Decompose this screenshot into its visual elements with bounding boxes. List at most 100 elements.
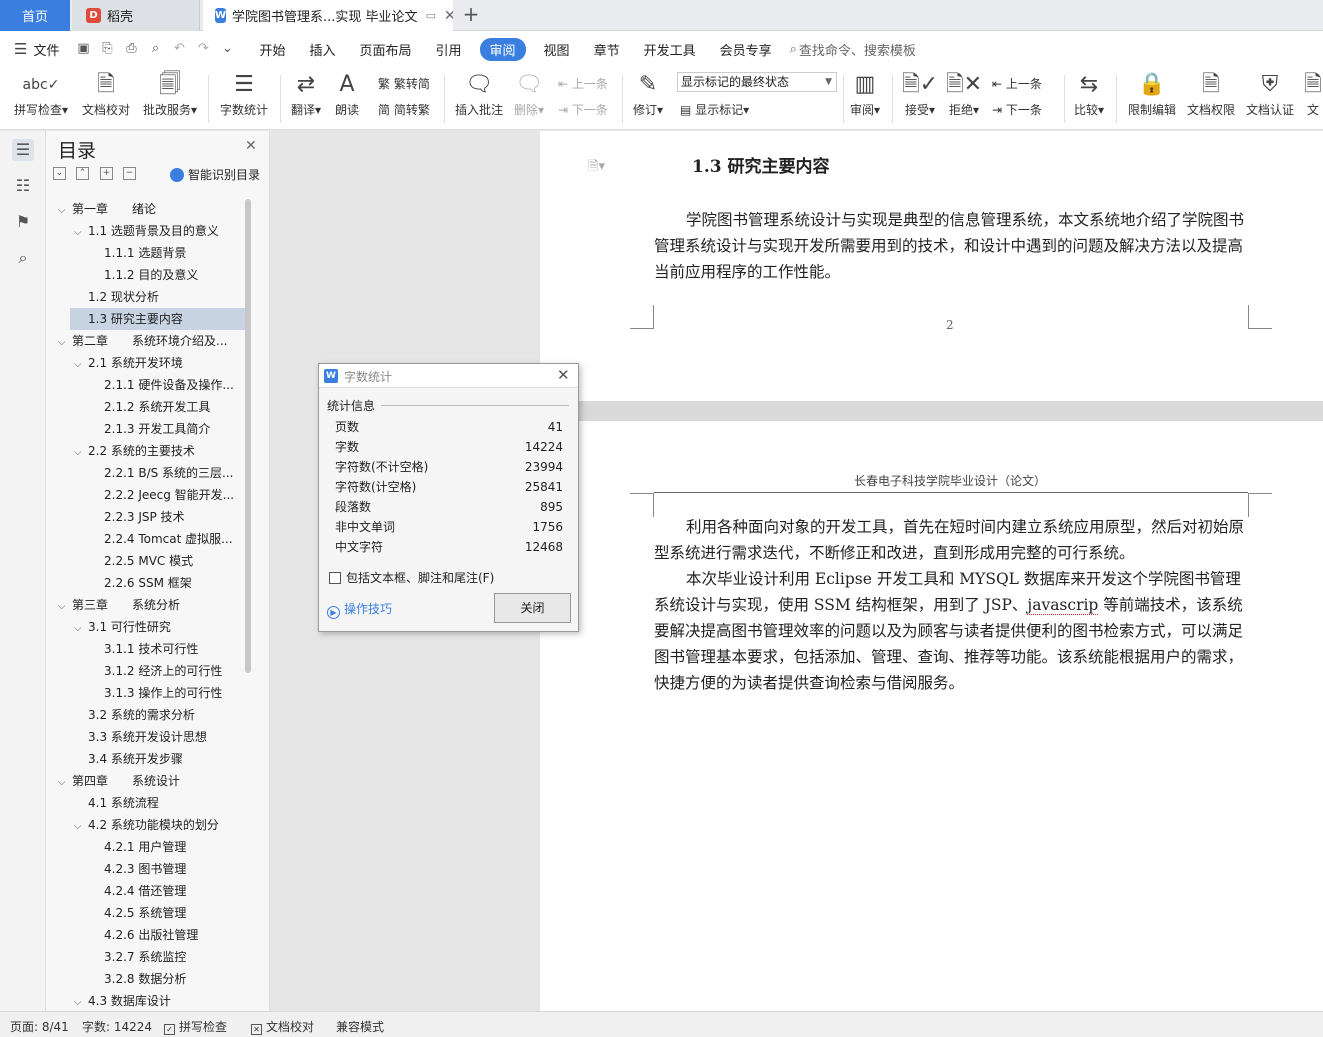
markup-state-select[interactable]: 显示标记的最终状态 ▼ bbox=[677, 72, 837, 92]
undo-icon[interactable]: ↶ bbox=[171, 41, 187, 57]
add-heading-icon[interactable]: + bbox=[100, 167, 113, 180]
document-page[interactable]: 长春电子科技学院毕业设计（论文） 利用各种面向对象的开发工具，首先在短时间内建立… bbox=[540, 421, 1323, 1011]
toc-item[interactable]: ⌵ 第二章 系统环境介绍及... bbox=[58, 330, 245, 352]
menu-file[interactable]: 文件 bbox=[27, 40, 71, 59]
toc-item[interactable]: 4.1 系统流程 bbox=[74, 792, 245, 814]
tab-document[interactable]: W 学院图书管理系...实现 毕业论文 ▭ ✕ bbox=[203, 0, 453, 31]
menu-review[interactable]: 审阅 bbox=[479, 37, 526, 61]
trad-to-simp-button[interactable]: 繁 繁转简 bbox=[378, 75, 430, 92]
chevron-down-icon[interactable]: ⌵ bbox=[74, 618, 88, 638]
toc-item[interactable]: 2.2.2 Jeecg 智能开发... bbox=[90, 484, 245, 506]
reject-button[interactable]: 🗎✕ 拒绝▾ bbox=[944, 69, 984, 118]
new-tab-button[interactable]: + bbox=[460, 3, 482, 27]
prev-change-button[interactable]: ⇤ 上一条 bbox=[992, 75, 1042, 92]
toc-item[interactable]: 1.3 研究主要内容 bbox=[70, 308, 245, 330]
include-notes-checkbox[interactable]: 包括文本框、脚注和尾注(F) bbox=[329, 569, 494, 586]
toc-item[interactable]: 3.4 系统开发步骤 bbox=[74, 748, 245, 770]
toc-item[interactable]: ⌵ 第三章 系统分析 bbox=[58, 594, 245, 616]
toc-item[interactable]: 1.2 现状分析 bbox=[74, 286, 245, 308]
toc-item[interactable]: 3.1.1 技术可行性 bbox=[90, 638, 245, 660]
toc-item[interactable]: 2.1.3 开发工具简介 bbox=[90, 418, 245, 440]
chevron-down-icon[interactable]: ⌵ bbox=[58, 596, 72, 616]
tab-home[interactable]: 首页 bbox=[0, 0, 70, 31]
toc-item[interactable]: 1.1.1 选题背景 bbox=[90, 242, 245, 264]
toc-item[interactable]: ⌵ 4.3 数据库设计 bbox=[74, 990, 245, 1011]
track-changes-button[interactable]: ✎ 修订▾ bbox=[628, 69, 668, 118]
menu-chapter[interactable]: 章节 bbox=[582, 40, 632, 59]
show-markup-button[interactable]: ▤ 显示标记▾ bbox=[680, 101, 749, 118]
status-doc-proof[interactable]: ✕ 文档校对 bbox=[251, 1018, 314, 1035]
toc-item[interactable]: 4.2.1 用户管理 bbox=[90, 836, 245, 858]
toc-item[interactable]: ⌵ 3.1 可行性研究 bbox=[74, 616, 245, 638]
toc-item[interactable]: ⌵ 第四章 系统设计 bbox=[58, 770, 245, 792]
doc-cert-button[interactable]: ⛨ 文档认证 bbox=[1242, 69, 1298, 118]
search-command-input[interactable]: 查找命令、搜索模板 bbox=[797, 40, 916, 59]
menu-view[interactable]: 视图 bbox=[532, 40, 582, 59]
dialog-titlebar[interactable]: W 字数统计 ✕ bbox=[319, 364, 578, 388]
expand-all-icon[interactable]: ⌃ bbox=[76, 167, 89, 180]
prev-comment-button[interactable]: ⇤ 上一条 bbox=[558, 75, 608, 92]
navigation-icon[interactable]: ☷ bbox=[12, 175, 34, 197]
simp-to-trad-button[interactable]: 简 简转繁 bbox=[378, 101, 430, 118]
toc-item[interactable]: 3.1.3 操作上的可行性 bbox=[90, 682, 245, 704]
menu-references[interactable]: 引用 bbox=[424, 40, 474, 59]
next-comment-button[interactable]: ⇥ 下一条 bbox=[558, 101, 608, 118]
close-button[interactable]: 关闭 bbox=[494, 593, 571, 623]
preview-icon[interactable]: ⌕ bbox=[147, 41, 163, 57]
read-aloud-button[interactable]: A 朗读 bbox=[330, 69, 364, 118]
document-page[interactable]: 🗎▾ 1.3 研究主要内容 学院图书管理系统设计与实现是典型的信息管理系统，本文… bbox=[540, 131, 1323, 401]
menu-devtools[interactable]: 开发工具 bbox=[632, 40, 708, 59]
menu-home[interactable]: 开始 bbox=[247, 40, 297, 59]
collapse-all-icon[interactable]: ⌄ bbox=[53, 167, 66, 180]
screen-icon[interactable]: ▭ bbox=[426, 9, 436, 22]
close-icon[interactable]: ✕ bbox=[245, 138, 257, 154]
chevron-down-icon[interactable]: ⌵ bbox=[74, 442, 88, 462]
save-icon[interactable]: ▣ bbox=[75, 41, 91, 57]
doc-more-button[interactable]: 🗎 文 bbox=[1304, 69, 1322, 118]
toc-item[interactable]: 2.1.1 硬件设备及操作... bbox=[90, 374, 245, 396]
review-pane-button[interactable]: ▥ 审阅▾ bbox=[846, 69, 884, 118]
menu-layout[interactable]: 页面布局 bbox=[348, 40, 424, 59]
toc-item[interactable]: 2.2.3 JSP 技术 bbox=[90, 506, 245, 528]
toc-item[interactable]: ⌵ 4.2 系统功能模块的划分 bbox=[74, 814, 245, 836]
toc-item[interactable]: ⌵ 2.2 系统的主要技术 bbox=[74, 440, 245, 462]
toc-item[interactable]: 2.2.4 Tomcat 虚拟服... bbox=[90, 528, 245, 550]
page-indicator[interactable]: 页面: 8/41 bbox=[10, 1018, 69, 1035]
delete-comment-button[interactable]: 🗨 删除▾ bbox=[510, 69, 548, 118]
paragraph-menu-icon[interactable]: 🗎▾ bbox=[588, 157, 605, 179]
remove-heading-icon[interactable]: − bbox=[123, 167, 136, 180]
toc-item[interactable]: 2.2.5 MVC 模式 bbox=[90, 550, 245, 572]
menu-insert[interactable]: 插入 bbox=[297, 40, 347, 59]
toc-scrollbar[interactable] bbox=[245, 199, 251, 673]
toc-item[interactable]: 2.2.1 B/S 系统的三层... bbox=[90, 462, 245, 484]
toc-item[interactable]: 3.2.8 数据分析 bbox=[90, 968, 245, 990]
toc-item[interactable]: 3.2.7 系统监控 bbox=[90, 946, 245, 968]
toc-item[interactable]: 2.1.2 系统开发工具 bbox=[90, 396, 245, 418]
chevron-down-icon[interactable]: ⌵ bbox=[58, 332, 72, 352]
word-count-button[interactable]: ☰ 字数统计 bbox=[216, 69, 272, 118]
accept-button[interactable]: 🗎✓ 接受▾ bbox=[900, 69, 940, 118]
insert-comment-button[interactable]: 🗨 插入批注 bbox=[452, 69, 506, 118]
toc-item[interactable]: ⌵ 1.1 选题背景及目的意义 bbox=[74, 220, 245, 242]
toc-item[interactable]: 3.3 系统开发设计思想 bbox=[74, 726, 245, 748]
doc-proof-button[interactable]: 🗎 文档校对 bbox=[78, 69, 134, 118]
word-count-indicator[interactable]: 字数: 14224 bbox=[82, 1018, 152, 1035]
chevron-down-icon[interactable]: ⌵ bbox=[74, 816, 88, 836]
customize-icon[interactable]: ⌄ bbox=[219, 41, 235, 57]
print-icon[interactable]: ⎙ bbox=[123, 41, 139, 57]
chevron-down-icon[interactable]: ⌵ bbox=[74, 222, 88, 242]
doc-permission-button[interactable]: 🗎 文档权限 bbox=[1184, 69, 1238, 118]
tips-link[interactable]: ▶ 操作技巧 bbox=[327, 600, 392, 619]
chevron-down-icon[interactable]: ⌵ bbox=[58, 772, 72, 792]
tab-daoke[interactable]: D 稻壳 bbox=[72, 0, 200, 31]
redo-icon[interactable]: ↷ bbox=[195, 41, 211, 57]
toc-icon[interactable]: ☰ bbox=[12, 139, 34, 161]
hamburger-icon[interactable]: ☰ bbox=[0, 40, 27, 58]
export-icon[interactable]: ⎘ bbox=[99, 41, 115, 57]
toc-item[interactable]: ⌵ 2.1 系统开发环境 bbox=[74, 352, 245, 374]
compare-button[interactable]: ⇆ 比较▾ bbox=[1070, 69, 1108, 118]
bookmark-icon[interactable]: ⚑ bbox=[12, 211, 34, 233]
dialog-close-icon[interactable]: ✕ bbox=[557, 366, 570, 384]
toc-item[interactable]: ⌵ 第一章 绪论 bbox=[58, 198, 245, 220]
chevron-down-icon[interactable]: ⌵ bbox=[58, 200, 72, 220]
